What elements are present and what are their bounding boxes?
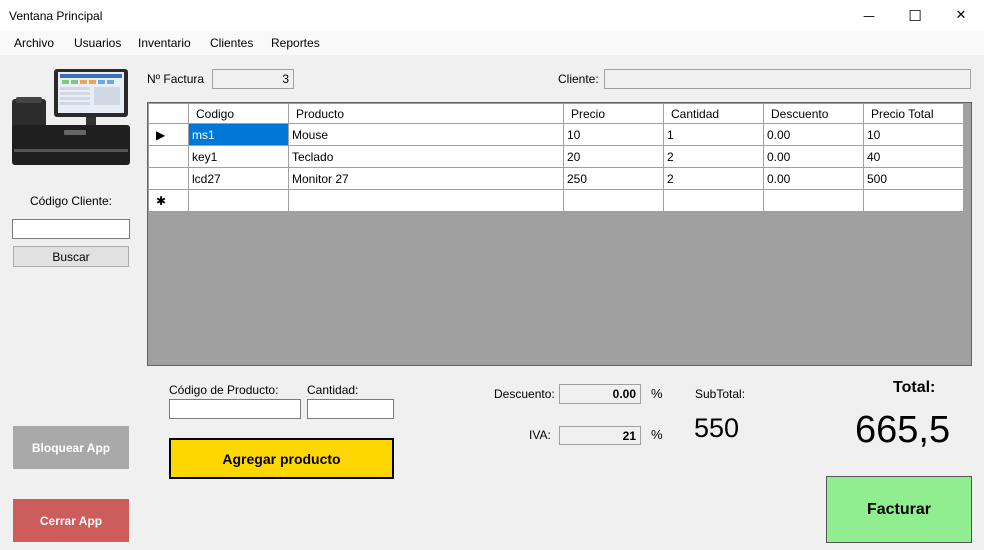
menu-archivo[interactable]: Archivo	[14, 36, 54, 50]
col-precio-total[interactable]: Precio Total	[863, 103, 964, 124]
cell-cantidad[interactable]: 2	[663, 145, 764, 168]
cerrar-app-button[interactable]: Cerrar App	[13, 499, 129, 542]
cell-cantidad[interactable]: 1	[663, 123, 764, 146]
buscar-button[interactable]: Buscar	[13, 246, 129, 267]
new-row[interactable]: ✱	[148, 189, 964, 212]
cell-precio[interactable]	[563, 189, 664, 212]
cell-descuento[interactable]: 0.00	[763, 167, 864, 190]
cell-precio-total[interactable]: 40	[863, 145, 964, 168]
title-bar	[0, 0, 984, 31]
cell-precio[interactable]: 20	[563, 145, 664, 168]
maximize-icon: ☐	[908, 6, 922, 25]
menu-usuarios[interactable]: Usuarios	[74, 36, 121, 50]
cliente-label: Cliente:	[558, 72, 599, 86]
cell-producto[interactable]: Monitor 27	[288, 167, 564, 190]
total-label: Total:	[893, 379, 936, 396]
codigo-cliente-label: Código Cliente:	[29, 194, 113, 208]
close-icon: ✕	[955, 8, 967, 23]
descuento-field[interactable]: 0.00	[559, 384, 641, 404]
cliente-field	[604, 69, 971, 89]
menu-clientes[interactable]: Clientes	[210, 36, 253, 50]
row-header[interactable]	[148, 167, 189, 190]
menu-reportes[interactable]: Reportes	[271, 36, 320, 50]
cell-producto[interactable]: Mouse	[288, 123, 564, 146]
cell-descuento[interactable]: 0.00	[763, 145, 864, 168]
agregar-producto-button[interactable]: Agregar producto	[169, 438, 394, 479]
col-precio[interactable]: Precio	[563, 103, 664, 124]
iva-field[interactable]: 21	[559, 426, 641, 445]
cell-codigo[interactable]: lcd27	[188, 167, 289, 190]
factura-number-field: 3	[212, 69, 294, 89]
iva-label: IVA:	[529, 428, 551, 442]
invoice-grid[interactable]: Codigo Producto Precio Cantidad Descuent…	[147, 102, 972, 366]
invoice-table: Codigo Producto Precio Cantidad Descuent…	[148, 103, 964, 212]
minimize-button[interactable]: —	[846, 0, 892, 31]
total-value: 665,5	[855, 409, 951, 451]
bloquear-app-button[interactable]: Bloquear App	[13, 426, 129, 469]
new-row-icon[interactable]: ✱	[148, 189, 189, 212]
subtotal-value: 550	[694, 413, 740, 443]
maximize-button[interactable]: ☐	[892, 0, 938, 31]
codigo-cliente-input[interactable]	[12, 219, 130, 239]
cell-precio-total[interactable]: 500	[863, 167, 964, 190]
cell-codigo[interactable]	[188, 189, 289, 212]
cell-precio-total[interactable]	[863, 189, 964, 212]
minimize-icon: —	[863, 8, 875, 23]
cell-cantidad[interactable]	[663, 189, 764, 212]
close-button[interactable]: ✕	[938, 0, 984, 31]
menu-inventario[interactable]: Inventario	[138, 36, 191, 50]
cell-codigo[interactable]: ms1	[188, 123, 289, 146]
cantidad-input[interactable]	[307, 399, 394, 419]
pos-terminal-icon	[12, 69, 130, 165]
descuento-percent-sign: %	[651, 386, 663, 401]
col-codigo[interactable]: Codigo	[188, 103, 289, 124]
table-row[interactable]: ▶ ms1 Mouse 10 1 0.00 10	[148, 123, 964, 146]
window-title: Ventana Principal	[9, 9, 103, 23]
codigo-producto-input[interactable]	[169, 399, 301, 419]
subtotal-label: SubTotal:	[695, 387, 746, 401]
cell-producto[interactable]	[288, 189, 564, 212]
col-producto[interactable]: Producto	[288, 103, 564, 124]
cell-codigo[interactable]: key1	[188, 145, 289, 168]
codigo-producto-label: Código de Producto:	[169, 383, 279, 397]
table-row[interactable]: lcd27 Monitor 27 250 2 0.00 500	[148, 167, 964, 190]
iva-percent-sign: %	[651, 427, 663, 442]
table-row[interactable]: key1 Teclado 20 2 0.00 40	[148, 145, 964, 168]
grid-corner	[148, 103, 189, 124]
grid-header-row: Codigo Producto Precio Cantidad Descuent…	[148, 103, 964, 124]
cantidad-label: Cantidad:	[307, 383, 359, 397]
cell-precio[interactable]: 10	[563, 123, 664, 146]
cell-precio[interactable]: 250	[563, 167, 664, 190]
col-cantidad[interactable]: Cantidad	[663, 103, 764, 124]
descuento-label: Descuento:	[494, 387, 555, 401]
col-descuento[interactable]: Descuento	[763, 103, 864, 124]
facturar-button[interactable]: Facturar	[826, 476, 972, 543]
factura-label: Nº Factura	[147, 72, 205, 86]
cell-producto[interactable]: Teclado	[288, 145, 564, 168]
cell-descuento[interactable]: 0.00	[763, 123, 864, 146]
row-header[interactable]	[148, 145, 189, 168]
cell-precio-total[interactable]: 10	[863, 123, 964, 146]
cell-descuento[interactable]	[763, 189, 864, 212]
cell-cantidad[interactable]: 2	[663, 167, 764, 190]
current-row-icon[interactable]: ▶	[148, 123, 189, 146]
